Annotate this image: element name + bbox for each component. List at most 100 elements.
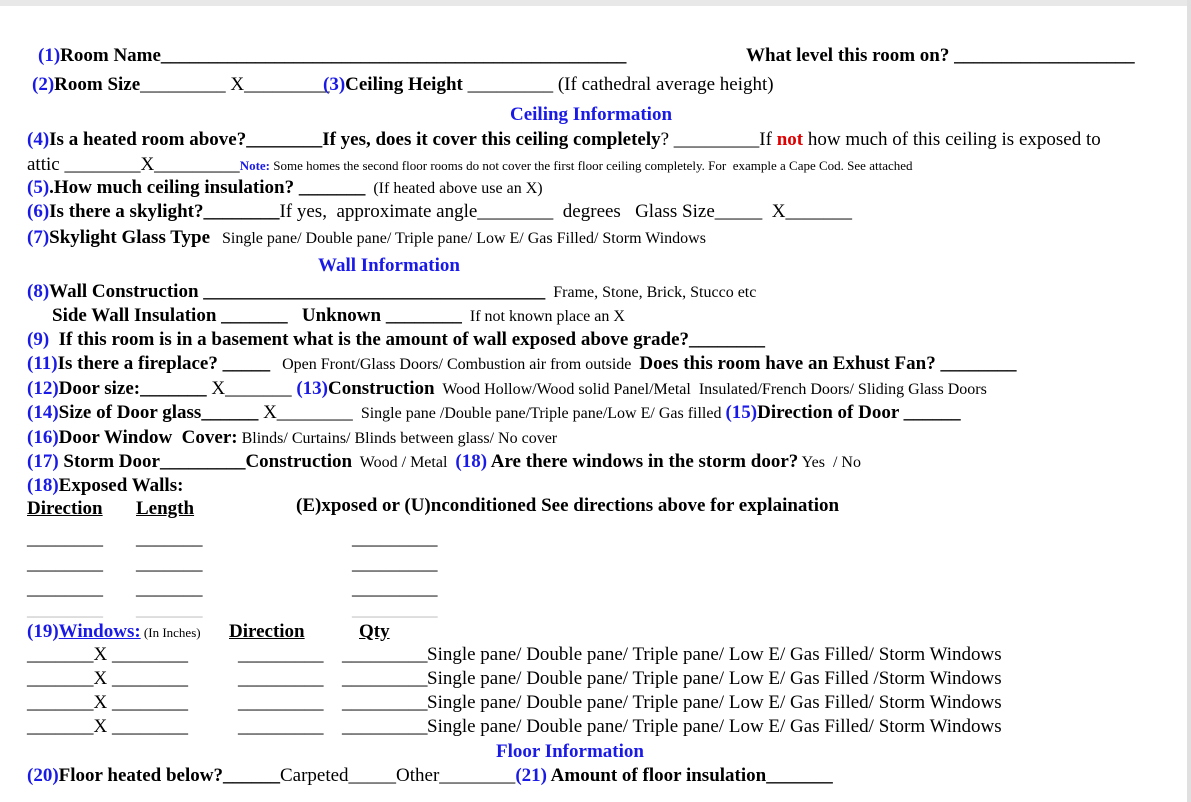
- blank-field[interactable]: _______: [136, 553, 203, 574]
- blank-field[interactable]: _________: [238, 668, 324, 689]
- form-field-label-with-blank[interactable]: If yes, approximate angle________ degree…: [279, 201, 852, 222]
- window-qty-field[interactable]: _________: [342, 668, 428, 690]
- door-glass-line: (14)Size of Door glass______ X________ S…: [27, 402, 961, 424]
- form-text: Blinds/ Curtains/ Blinds between glass/ …: [237, 430, 558, 447]
- window-direction-field[interactable]: _________: [238, 692, 324, 714]
- blank-field[interactable]: _________: [352, 599, 438, 620]
- blank-field[interactable]: ________: [27, 578, 103, 599]
- form-field-label-with-blank[interactable]: Is a heated room above?________If yes, d…: [49, 129, 660, 150]
- form-field-label-with-blank[interactable]: Side Wall Insulation _______ Unknown ___…: [52, 305, 462, 326]
- form-field-label-with-blank[interactable]: Carpeted_____Other________: [280, 765, 515, 786]
- blank-field[interactable]: ________: [27, 599, 103, 620]
- form-field-label-with-blank[interactable]: Does this room have an Exhust Fan? _____…: [639, 353, 1016, 374]
- exposed-wall-direction-field[interactable]: ________: [27, 578, 103, 600]
- window-glass-type-options[interactable]: Single pane/ Double pane/ Triple pane/ L…: [427, 668, 1002, 690]
- blank-field[interactable]: ________: [27, 528, 103, 549]
- form-field-label-with-blank[interactable]: Floor heated below?______: [59, 765, 280, 786]
- basement-wall-line: (9) If this room is in a basement what i…: [27, 329, 765, 351]
- window-direction-field[interactable]: _________: [238, 716, 324, 738]
- window-size-field[interactable]: _______X ________: [27, 692, 188, 714]
- form-field-label-with-blank[interactable]: Amount of floor insulation_______: [547, 765, 833, 786]
- exposed-wall-direction-field[interactable]: ________: [27, 528, 103, 550]
- blank-field[interactable]: _________: [352, 578, 438, 599]
- exposed-wall-direction-field[interactable]: ________: [27, 599, 103, 621]
- form-text: Open Front/Glass Doors/ Combustion air f…: [270, 356, 640, 373]
- form-text: Frame, Stone, Brick, Stucco etc: [545, 284, 757, 301]
- blank-field[interactable]: _________: [238, 644, 324, 665]
- exposed-wall-length-field[interactable]: _______: [136, 528, 203, 550]
- blank-field[interactable]: _________: [342, 668, 428, 689]
- form-field-label-with-blank[interactable]: Direction of Door ______: [757, 402, 961, 423]
- blank-field[interactable]: ________: [27, 553, 103, 574]
- form-text: Ceiling Height: [345, 74, 463, 95]
- item-number-label: (12): [27, 378, 59, 399]
- blank-field[interactable]: _______: [136, 599, 203, 620]
- form-field-label-with-blank[interactable]: Wall Construction ______________________…: [49, 281, 545, 302]
- form-field-label-with-blank[interactable]: X________: [258, 402, 353, 423]
- blank-field[interactable]: _______X ________: [27, 716, 188, 737]
- form-field-label-with-blank[interactable]: X_______: [207, 378, 297, 399]
- exposed-wall-type-field[interactable]: _________: [352, 578, 438, 600]
- exposed-wall-type-field[interactable]: _________: [352, 599, 438, 621]
- exposed-wall-length-field[interactable]: _______: [136, 599, 203, 621]
- blank-field[interactable]: _________: [342, 644, 428, 665]
- window-direction-field[interactable]: _________: [238, 644, 324, 666]
- item-number-label: (17): [27, 451, 59, 472]
- form-field-label-with-blank[interactable]: attic ________X_________: [27, 154, 240, 175]
- form-field-label-with-blank[interactable]: Storm Door_________Construction: [59, 451, 352, 472]
- exposed-wall-type-field[interactable]: _________: [352, 553, 438, 575]
- item-number-label: (11): [27, 353, 58, 374]
- exposed-wall-length-field[interactable]: _______: [136, 578, 203, 600]
- window-glass-type-options[interactable]: Single pane/ Double pane/ Triple pane/ L…: [427, 716, 1002, 738]
- ceiling-information-heading: Ceiling Information: [510, 104, 672, 126]
- blank-field[interactable]: _________: [238, 716, 324, 737]
- form-text: Qty: [359, 621, 390, 642]
- scrollbar[interactable]: [1187, 0, 1191, 802]
- blank-field[interactable]: _________: [352, 528, 438, 549]
- form-field-label-with-blank[interactable]: If this room is in a basement what is th…: [49, 329, 765, 350]
- blank-field[interactable]: _______: [136, 578, 203, 599]
- window-size-field[interactable]: _______X ________: [27, 668, 188, 690]
- form-field-label-with-blank[interactable]: What level this room on? _______________…: [746, 45, 1135, 66]
- window-direction-field[interactable]: _________: [238, 668, 324, 690]
- blank-field[interactable]: _______X ________: [27, 644, 188, 665]
- form-field-label-with-blank[interactable]: Is there a skylight?________: [49, 201, 279, 222]
- blank-field[interactable]: _______: [136, 528, 203, 549]
- exposed-wall-direction-field[interactable]: ________: [27, 553, 103, 575]
- form-field-label-with-blank[interactable]: Size of Door glass______: [59, 402, 259, 423]
- exposed-wall-type-field[interactable]: _________: [352, 528, 438, 550]
- glass-type-options[interactable]: Single pane/ Double pane/ Triple pane/ L…: [427, 716, 1002, 737]
- form-field-label-with-blank[interactable]: ? _________If: [661, 129, 777, 150]
- glass-type-options[interactable]: Single pane/ Double pane/ Triple pane/ L…: [427, 692, 1002, 713]
- blank-field[interactable]: _________: [352, 553, 438, 574]
- form-field-label-with-blank[interactable]: .How much ceiling insulation? _______: [49, 177, 365, 198]
- window-qty-field[interactable]: _________: [342, 716, 428, 738]
- page-top-edge: [0, 0, 1191, 6]
- form-field-label-with-blank[interactable]: _________ X_________: [140, 74, 329, 95]
- form-field-label-with-blank[interactable]: Door size:_______: [59, 378, 207, 399]
- form-field-label-with-blank[interactable]: _________ (If cathedral average height): [463, 74, 774, 95]
- form-text: Door Window Cover:: [58, 427, 238, 448]
- blank-field[interactable]: _________: [238, 692, 324, 713]
- form-text: Single pane /Double pane/Triple pane/Low…: [352, 405, 726, 422]
- window-qty-field[interactable]: _________: [342, 644, 428, 666]
- item-number-label: (5): [27, 177, 50, 198]
- glass-type-options[interactable]: Single pane/ Double pane/ Triple pane/ L…: [427, 644, 1002, 665]
- room-size-line: (2)Room Size_________ X_________: [32, 74, 330, 96]
- form-field-label-with-blank[interactable]: Room Name_______________________________…: [60, 45, 626, 66]
- glass-type-options[interactable]: Single pane/ Double pane/ Triple pane/ L…: [427, 668, 1002, 689]
- window-size-field[interactable]: _______X ________: [27, 716, 188, 738]
- blank-field[interactable]: _________: [342, 692, 428, 713]
- window-glass-type-options[interactable]: Single pane/ Double pane/ Triple pane/ L…: [427, 644, 1002, 666]
- blank-field[interactable]: _______X ________: [27, 668, 188, 689]
- fireplace-line: (11)Is there a fireplace? _____ Open Fro…: [27, 353, 1016, 375]
- blank-field[interactable]: _______X ________: [27, 692, 188, 713]
- window-qty-field[interactable]: _________: [342, 692, 428, 714]
- form-field-label-with-blank[interactable]: Is there a fireplace? _____: [58, 353, 270, 374]
- floor-information-heading: Floor Information: [496, 741, 644, 763]
- window-size-field[interactable]: _______X ________: [27, 644, 188, 666]
- item-number-label: (9): [27, 329, 50, 350]
- blank-field[interactable]: _________: [342, 716, 428, 737]
- exposed-wall-length-field[interactable]: _______: [136, 553, 203, 575]
- window-glass-type-options[interactable]: Single pane/ Double pane/ Triple pane/ L…: [427, 692, 1002, 714]
